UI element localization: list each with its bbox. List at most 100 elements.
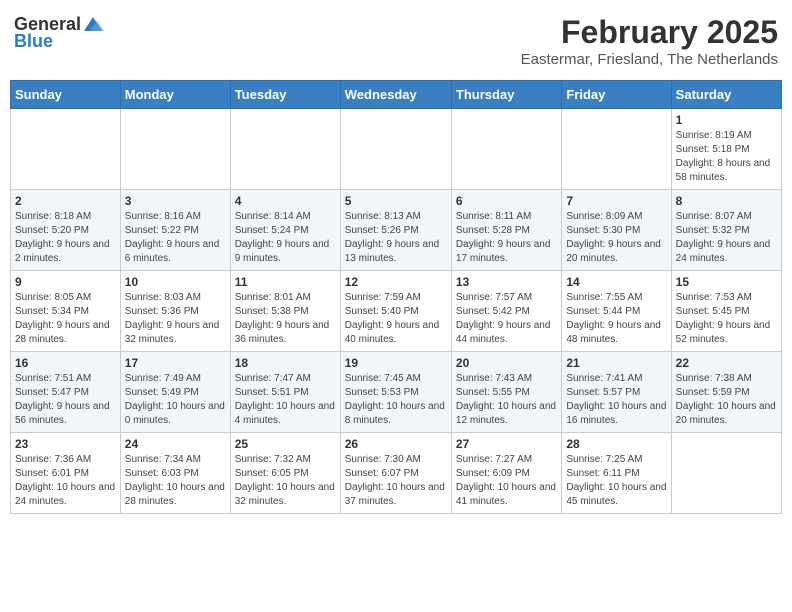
day-number: 15 [676, 275, 777, 289]
day-info: Sunrise: 8:09 AM Sunset: 5:30 PM Dayligh… [566, 210, 666, 266]
day-cell: 28 Sunrise: 7:25 AM Sunset: 6:11 PM Dayli… [562, 433, 671, 514]
day-cell: 7 Sunrise: 8:09 AM Sunset: 5:30 PM Daylig… [562, 190, 671, 271]
day-number: 28 [566, 437, 666, 451]
weekday-header-friday: Friday [562, 81, 671, 109]
day-cell: 5 Sunrise: 8:13 AM Sunset: 5:26 PM Daylig… [340, 190, 451, 271]
day-cell [11, 109, 121, 190]
day-cell: 3 Sunrise: 8:16 AM Sunset: 5:22 PM Daylig… [120, 190, 230, 271]
day-info: Sunrise: 7:38 AM Sunset: 5:59 PM Dayligh… [676, 372, 777, 428]
day-info: Sunrise: 8:18 AM Sunset: 5:20 PM Dayligh… [15, 210, 116, 266]
weekday-header-thursday: Thursday [451, 81, 561, 109]
day-cell: 9Sunrise: 8:05 AM Sunset: 5:34 PM Daylig… [11, 271, 121, 352]
day-number: 23 [15, 437, 116, 451]
day-cell: 24 Sunrise: 7:34 AM Sunset: 6:03 PM Dayli… [120, 433, 230, 514]
day-cell: 22 Sunrise: 7:38 AM Sunset: 5:59 PM Dayli… [671, 352, 781, 433]
day-cell [562, 109, 671, 190]
day-number: 8 [676, 194, 777, 208]
day-number: 5 [345, 194, 447, 208]
day-number: 10 [125, 275, 226, 289]
weekday-header-wednesday: Wednesday [340, 81, 451, 109]
day-number: 18 [235, 356, 336, 370]
weekday-header-monday: Monday [120, 81, 230, 109]
day-number: 19 [345, 356, 447, 370]
location-subtitle: Eastermar, Friesland, The Netherlands [521, 51, 778, 68]
week-row-1: 1 Sunrise: 8:19 AM Sunset: 5:18 PM Daylig… [11, 109, 782, 190]
day-cell: 4Sunrise: 8:14 AM Sunset: 5:24 PM Daylig… [230, 190, 340, 271]
weekday-header-row: SundayMondayTuesdayWednesdayThursdayFrid… [11, 81, 782, 109]
month-title: February 2025 [521, 14, 778, 51]
weekday-header-tuesday: Tuesday [230, 81, 340, 109]
day-cell: 19 Sunrise: 7:45 AM Sunset: 5:53 PM Dayli… [340, 352, 451, 433]
day-number: 24 [125, 437, 226, 451]
day-info: Sunrise: 7:53 AM Sunset: 5:45 PM Dayligh… [676, 291, 777, 347]
day-number: 22 [676, 356, 777, 370]
day-info: Sunrise: 7:51 AM Sunset: 5:47 PM Dayligh… [15, 372, 116, 428]
day-info: Sunrise: 7:36 AM Sunset: 6:01 PM Dayligh… [15, 453, 116, 509]
day-number: 2 [15, 194, 116, 208]
day-info: Sunrise: 8:19 AM Sunset: 5:18 PM Dayligh… [676, 129, 777, 185]
day-number: 3 [125, 194, 226, 208]
calendar-table: SundayMondayTuesdayWednesdayThursdayFrid… [10, 80, 782, 514]
day-info: Sunrise: 8:11 AM Sunset: 5:28 PM Dayligh… [456, 210, 557, 266]
day-info: Sunrise: 8:01 AM Sunset: 5:38 PM Dayligh… [235, 291, 336, 347]
day-info: Sunrise: 8:13 AM Sunset: 5:26 PM Dayligh… [345, 210, 447, 266]
day-number: 12 [345, 275, 447, 289]
day-cell: 18 Sunrise: 7:47 AM Sunset: 5:51 PM Dayli… [230, 352, 340, 433]
day-cell: 25 Sunrise: 7:32 AM Sunset: 6:05 PM Dayli… [230, 433, 340, 514]
day-cell: 17Sunrise: 7:49 AM Sunset: 5:49 PM Dayli… [120, 352, 230, 433]
logo-icon [82, 13, 104, 35]
day-cell: 13 Sunrise: 7:57 AM Sunset: 5:42 PM Dayli… [451, 271, 561, 352]
day-info: Sunrise: 7:25 AM Sunset: 6:11 PM Dayligh… [566, 453, 666, 509]
day-cell [340, 109, 451, 190]
day-info: Sunrise: 8:16 AM Sunset: 5:22 PM Dayligh… [125, 210, 226, 266]
day-cell: 27 Sunrise: 7:27 AM Sunset: 6:09 PM Dayli… [451, 433, 561, 514]
day-number: 26 [345, 437, 447, 451]
day-number: 17 [125, 356, 226, 370]
day-number: 14 [566, 275, 666, 289]
day-number: 16 [15, 356, 116, 370]
day-info: Sunrise: 7:41 AM Sunset: 5:57 PM Dayligh… [566, 372, 666, 428]
day-info: Sunrise: 7:34 AM Sunset: 6:03 PM Dayligh… [125, 453, 226, 509]
day-number: 27 [456, 437, 557, 451]
weekday-header-saturday: Saturday [671, 81, 781, 109]
day-cell: 20 Sunrise: 7:43 AM Sunset: 5:55 PM Dayli… [451, 352, 561, 433]
week-row-4: 16 Sunrise: 7:51 AM Sunset: 5:47 PM Dayli… [11, 352, 782, 433]
day-info: Sunrise: 7:27 AM Sunset: 6:09 PM Dayligh… [456, 453, 557, 509]
day-info: Sunrise: 7:55 AM Sunset: 5:44 PM Dayligh… [566, 291, 666, 347]
day-number: 1 [676, 113, 777, 127]
day-cell: 15 Sunrise: 7:53 AM Sunset: 5:45 PM Dayli… [671, 271, 781, 352]
day-cell [451, 109, 561, 190]
day-number: 20 [456, 356, 557, 370]
day-cell: 1 Sunrise: 8:19 AM Sunset: 5:18 PM Daylig… [671, 109, 781, 190]
day-info: Sunrise: 8:07 AM Sunset: 5:32 PM Dayligh… [676, 210, 777, 266]
day-number: 13 [456, 275, 557, 289]
title-block: February 2025 Eastermar, Friesland, The … [521, 14, 778, 68]
day-number: 21 [566, 356, 666, 370]
day-number: 25 [235, 437, 336, 451]
day-info: Sunrise: 7:59 AM Sunset: 5:40 PM Dayligh… [345, 291, 447, 347]
day-cell: 21 Sunrise: 7:41 AM Sunset: 5:57 PM Dayli… [562, 352, 671, 433]
day-cell: 8 Sunrise: 8:07 AM Sunset: 5:32 PM Daylig… [671, 190, 781, 271]
day-cell [120, 109, 230, 190]
week-row-2: 2 Sunrise: 8:18 AM Sunset: 5:20 PM Daylig… [11, 190, 782, 271]
header: General Blue February 2025 Eastermar, Fr… [10, 10, 782, 72]
logo: General Blue [14, 14, 104, 52]
day-info: Sunrise: 7:32 AM Sunset: 6:05 PM Dayligh… [235, 453, 336, 509]
day-cell: 14 Sunrise: 7:55 AM Sunset: 5:44 PM Dayli… [562, 271, 671, 352]
day-number: 6 [456, 194, 557, 208]
day-info: Sunrise: 7:57 AM Sunset: 5:42 PM Dayligh… [456, 291, 557, 347]
day-cell: 2 Sunrise: 8:18 AM Sunset: 5:20 PM Daylig… [11, 190, 121, 271]
day-info: Sunrise: 7:47 AM Sunset: 5:51 PM Dayligh… [235, 372, 336, 428]
day-info: Sunrise: 7:30 AM Sunset: 6:07 PM Dayligh… [345, 453, 447, 509]
day-info: Sunrise: 8:14 AM Sunset: 5:24 PM Dayligh… [235, 210, 336, 266]
day-info: Sunrise: 7:43 AM Sunset: 5:55 PM Dayligh… [456, 372, 557, 428]
day-cell: 16 Sunrise: 7:51 AM Sunset: 5:47 PM Dayli… [11, 352, 121, 433]
week-row-5: 23 Sunrise: 7:36 AM Sunset: 6:01 PM Dayli… [11, 433, 782, 514]
day-number: 7 [566, 194, 666, 208]
day-cell: 12 Sunrise: 7:59 AM Sunset: 5:40 PM Dayli… [340, 271, 451, 352]
day-cell [671, 433, 781, 514]
week-row-3: 9Sunrise: 8:05 AM Sunset: 5:34 PM Daylig… [11, 271, 782, 352]
weekday-header-sunday: Sunday [11, 81, 121, 109]
day-cell: 6 Sunrise: 8:11 AM Sunset: 5:28 PM Daylig… [451, 190, 561, 271]
day-info: Sunrise: 7:45 AM Sunset: 5:53 PM Dayligh… [345, 372, 447, 428]
